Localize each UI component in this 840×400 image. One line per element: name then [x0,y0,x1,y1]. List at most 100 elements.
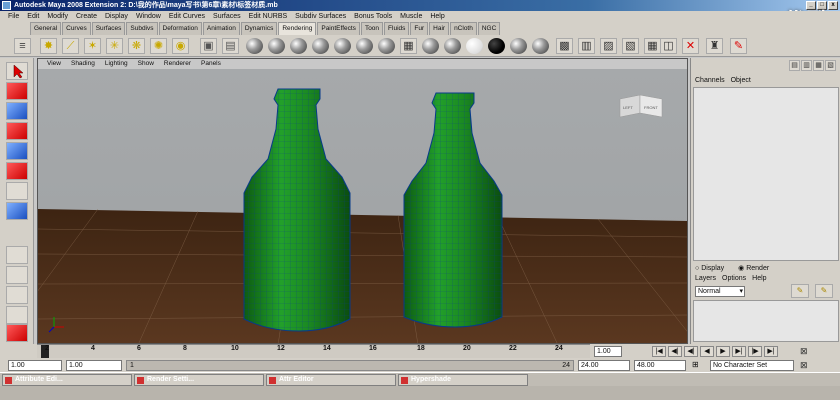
playback-start-field[interactable]: 1.00 [66,360,122,371]
render-icon[interactable]: ▩ [556,38,573,54]
phonge-material-icon[interactable] [312,38,329,54]
timeline-track[interactable]: 2 4 6 8 10 12 14 16 18 20 22 24 [37,344,590,358]
point-light-icon[interactable]: ✶ [84,38,101,54]
go-to-start-button[interactable]: |◀ [652,346,666,357]
last-tool-icon[interactable] [6,202,28,220]
directional-light-icon[interactable]: ⟋ [62,38,79,54]
help-menu[interactable]: Help [752,274,766,283]
shelf-tab-fluids[interactable]: Fluids [384,22,410,35]
render-view-icon[interactable]: ▦ [644,38,661,54]
play-forwards-button[interactable]: ▶ [716,346,730,357]
new-layer-icon[interactable]: ✎ [791,284,809,298]
auto-key-icon[interactable]: ⊠ [800,346,808,357]
light-bulb-icon[interactable]: ◉ [172,38,189,54]
vp-menu-renderer[interactable]: Renderer [159,59,196,69]
anisotropic-material-icon[interactable] [334,38,351,54]
shelf-tab-dynamics[interactable]: Dynamics [240,22,278,35]
layer-list[interactable] [693,300,839,342]
step-back-frame-button[interactable]: ◀| [684,346,698,357]
camera-icon[interactable]: ▣ [200,38,217,54]
channel-box-toggle-icon[interactable]: ▤ [789,60,800,71]
spot-light-icon[interactable]: ✳ [106,38,123,54]
preferences-icon[interactable]: ⊠ [800,360,808,371]
animation-start-field[interactable]: 1.00 [8,360,62,371]
move-tool-icon[interactable] [6,122,28,140]
menu-surfaces[interactable]: Surfaces [209,11,245,22]
hypershade-layout-icon[interactable] [6,324,28,342]
layer-mode-select[interactable]: Normal [695,286,745,297]
menu-modify[interactable]: Modify [43,11,72,22]
menu-subdiv-surfaces[interactable]: Subdiv Surfaces [291,11,350,22]
layers-menu[interactable]: Layers [695,274,716,283]
phong-material-icon[interactable] [290,38,307,54]
task-attribute-editor[interactable]: Attribute Edi... [2,374,132,386]
shelf-tab-curves[interactable]: Curves [62,22,91,35]
show-batch-render-icon[interactable]: ♜ [706,38,723,54]
step-forward-frame-button[interactable]: ▶| [732,346,746,357]
vp-menu-shading[interactable]: Shading [66,59,100,69]
render-radio[interactable]: ◉ Render [738,264,769,273]
menu-edit-nurbs[interactable]: Edit NURBS [245,11,292,22]
lambert-material-icon[interactable] [246,38,263,54]
camera-aim-icon[interactable]: ▤ [222,38,239,54]
menu-edit[interactable]: Edit [23,11,43,22]
range-slider-bar[interactable]: 1 24 [126,360,574,371]
vp-menu-view[interactable]: View [42,59,66,69]
shelf-tab-ncloth[interactable]: nCloth [450,22,477,35]
menu-create[interactable]: Create [72,11,101,22]
gray-shader-icon[interactable] [510,38,527,54]
task-attr-editor[interactable]: Attr Editor [266,374,396,386]
ramp-shader-icon[interactable] [378,38,395,54]
batch-render-icon[interactable]: ◫ [660,38,677,54]
menu-file[interactable]: File [4,11,23,22]
menu-help[interactable]: Help [426,11,448,22]
menu-muscle[interactable]: Muscle [396,11,426,22]
blinn-material-icon[interactable] [268,38,285,54]
shelf-tab-hair[interactable]: Hair [429,22,450,35]
vp-menu-panels[interactable]: Panels [196,59,226,69]
display-radio[interactable]: ○ Display [695,264,724,273]
playback-end-field[interactable]: 24.00 [578,360,630,371]
layout-four-icon[interactable] [6,266,28,284]
shelf-tab-painteffects[interactable]: PaintEffects [317,22,360,35]
shelf-tab-toon[interactable]: Toon [360,22,384,35]
go-to-end-button[interactable]: ▶| [764,346,778,357]
step-forward-key-button[interactable]: |▶ [748,346,762,357]
shelf-menu-icon[interactable]: ≡ [14,38,31,54]
new-layer-selected-icon[interactable]: ✎ [815,284,833,298]
shading-map-icon[interactable]: ▦ [400,38,417,54]
animation-end-field[interactable]: 48.00 [634,360,686,371]
paint-brush-icon[interactable]: ✎ [730,38,747,54]
channels-menu[interactable]: Channels [695,76,725,86]
shelf-tab-general[interactable]: General [30,22,62,35]
vp-menu-show[interactable]: Show [133,59,159,69]
scale-tool-icon[interactable] [6,162,28,180]
black-shader-icon[interactable] [488,38,505,54]
ipr-render-icon[interactable]: ▥ [578,38,595,54]
cancel-batch-icon[interactable]: ✕ [682,38,699,54]
options-menu[interactable]: Options [722,274,746,283]
panel-toggle-icon[interactable]: ▧ [825,60,836,71]
view-cube-front-label[interactable]: FRONT [644,105,658,110]
area-light-icon[interactable]: ❋ [128,38,145,54]
current-frame-field[interactable]: 1.00 [594,346,622,357]
white-shader-icon[interactable] [466,38,483,54]
view-cube-left-label[interactable]: LEFT [623,105,633,110]
layout-outliner-icon[interactable] [6,306,28,324]
paint-select-tool-icon[interactable] [6,102,28,120]
use-background-icon[interactable] [444,38,461,54]
menu-window[interactable]: Window [132,11,165,22]
shelf-tab-subdivs[interactable]: Subdivs [126,22,158,35]
perspective-viewport[interactable]: View Shading Lighting Show Renderer Pane… [37,58,688,344]
task-hypershade[interactable]: Hypershade [398,374,528,386]
shelf-tab-fur[interactable]: Fur [410,22,429,35]
rotate-tool-icon[interactable] [6,142,28,160]
layered-shader-icon[interactable] [356,38,373,54]
shelf-tab-surfaces[interactable]: Surfaces [91,22,126,35]
step-back-key-button[interactable]: ◀| [668,346,682,357]
volume-light-icon[interactable]: ✺ [150,38,167,54]
render-settings-icon[interactable]: ▨ [600,38,617,54]
lasso-tool-icon[interactable] [6,82,28,100]
shelf-tab-animation[interactable]: Animation [202,22,240,35]
shelf-tab-rendering[interactable]: Rendering [278,22,317,35]
